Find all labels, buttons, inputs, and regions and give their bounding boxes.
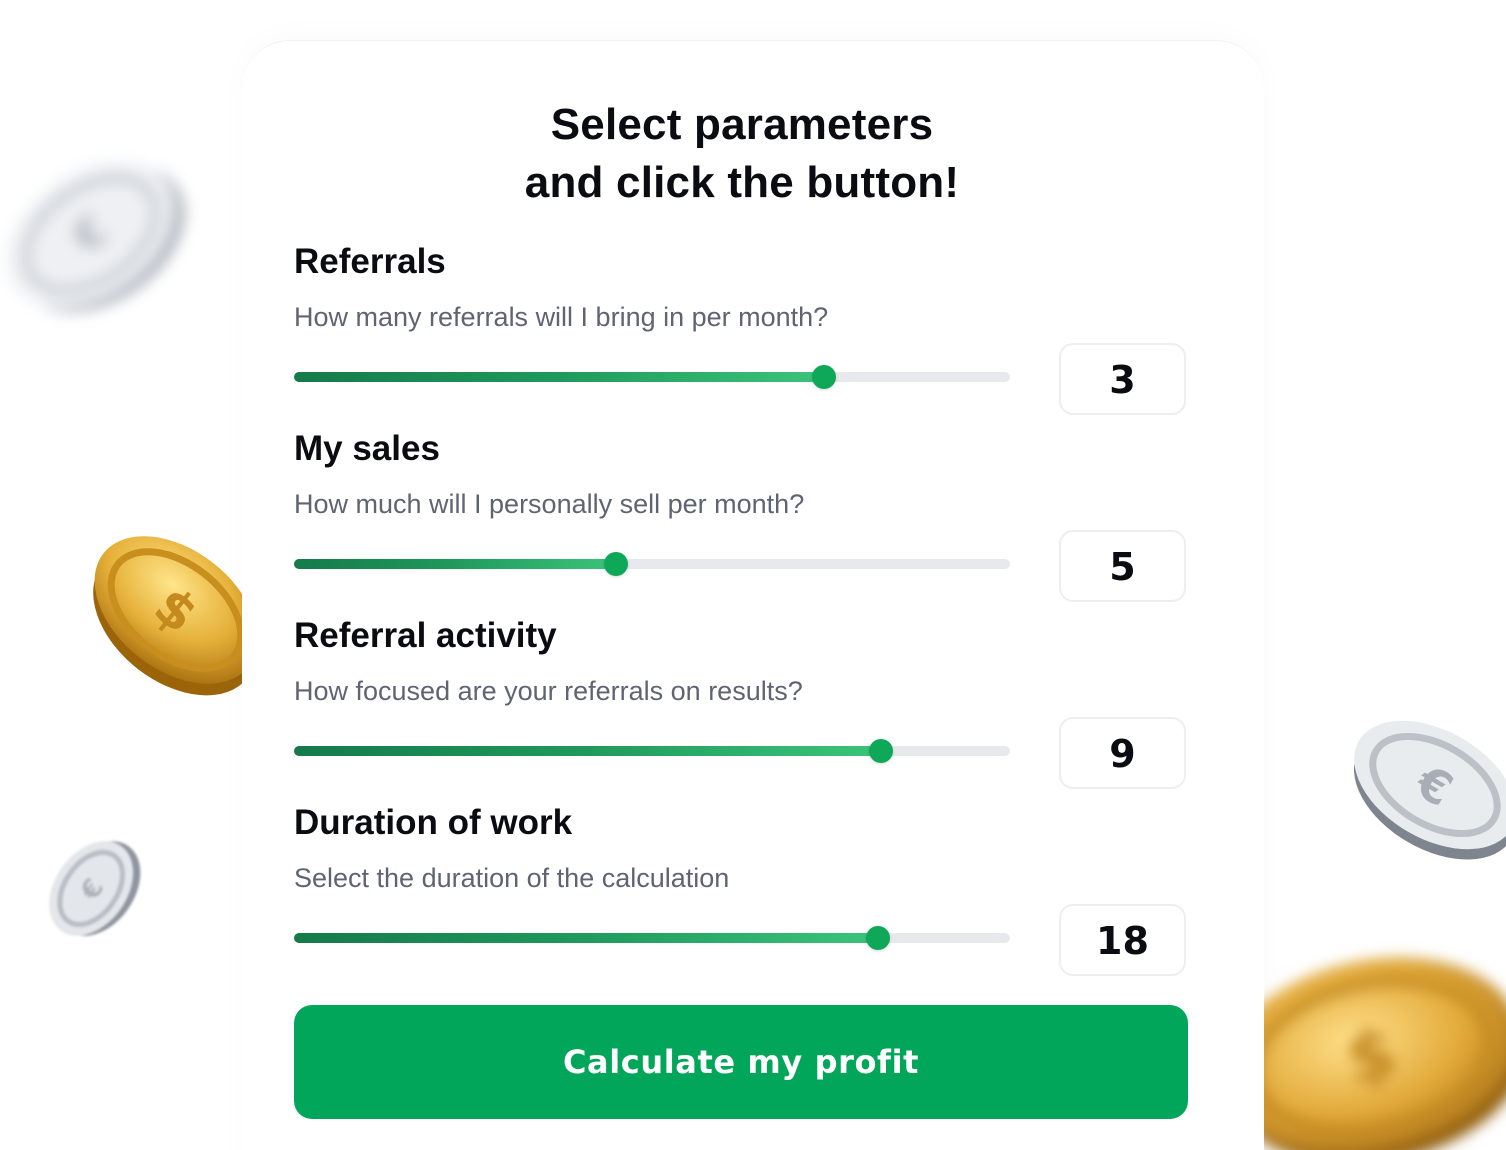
duration-slider[interactable]	[294, 926, 1010, 950]
slider-fill	[294, 746, 882, 756]
slider-thumb[interactable]	[869, 739, 894, 763]
param-title: Duration of work	[294, 803, 573, 842]
param-subtitle: How many referrals will I bring in per m…	[294, 302, 829, 332]
silver-coin-icon: €	[1340, 690, 1506, 880]
duration-value-field[interactable]: 18	[1059, 904, 1186, 976]
silver-coin-icon: €	[34, 826, 150, 952]
param-title: Referral activity	[294, 616, 557, 655]
slider-thumb[interactable]	[604, 552, 629, 576]
title-line-2: and click the button!	[524, 158, 960, 207]
slider-thumb[interactable]	[865, 926, 890, 950]
param-subtitle: How much will I personally sell per mont…	[294, 489, 805, 519]
title-line-1: Select parameters	[550, 100, 934, 149]
param-subtitle: Select the duration of the calculation	[294, 863, 730, 893]
param-title: My sales	[294, 429, 440, 468]
referrals-value-field[interactable]: 3	[1059, 343, 1186, 415]
referral-activity-slider[interactable]	[294, 739, 1010, 763]
slider-thumb[interactable]	[811, 365, 836, 389]
param-title: Referrals	[294, 242, 446, 281]
referrals-slider[interactable]	[294, 365, 1010, 389]
my-sales-value-field[interactable]: 5	[1059, 530, 1186, 602]
profit-calculator-page: € $ € € $ Select parameters and click th…	[0, 0, 1506, 1150]
slider-fill	[294, 933, 878, 943]
slider-fill	[294, 559, 617, 569]
param-my-sales: My sales How much will I personally sell…	[294, 427, 1188, 614]
page-title: Select parameters and click the button!	[242, 96, 1242, 212]
referral-activity-value-field[interactable]: 9	[1059, 717, 1186, 789]
my-sales-slider[interactable]	[294, 552, 1010, 576]
param-referrals: Referrals How many referrals will I brin…	[294, 240, 1188, 427]
slider-fill	[294, 372, 824, 382]
param-referral-activity: Referral activity How focused are your r…	[294, 614, 1188, 801]
param-duration-of-work: Duration of work Select the duration of …	[294, 801, 1188, 988]
param-subtitle: How focused are your referrals on result…	[294, 676, 803, 706]
calculate-profit-button[interactable]: Calculate my profit	[294, 1005, 1188, 1119]
silver-coin-icon: €	[0, 110, 210, 360]
